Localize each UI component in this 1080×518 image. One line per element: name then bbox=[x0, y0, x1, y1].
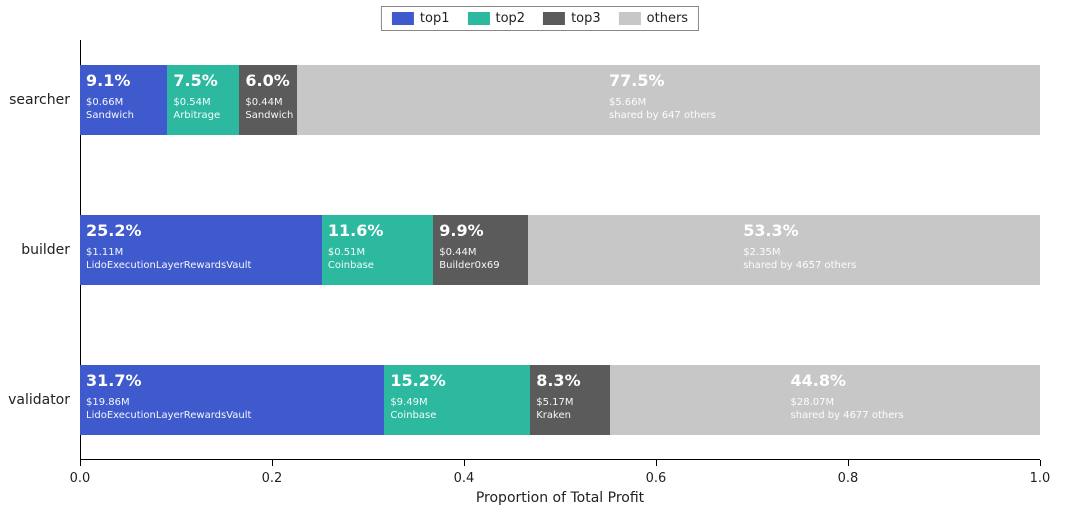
segment-percent: 7.5% bbox=[173, 71, 217, 90]
segment-amount: $5.17M bbox=[536, 397, 573, 408]
x-tick bbox=[464, 460, 465, 466]
legend-swatch-top3 bbox=[543, 12, 565, 25]
x-tick-label: 0.4 bbox=[454, 471, 475, 486]
legend-entry-top3: top3 bbox=[543, 11, 601, 26]
chart-figure: top1 top2 top3 others searcher 9.1% $0.6… bbox=[0, 0, 1080, 518]
bar-segment-others: 44.8% $28.07M shared by 4677 others bbox=[610, 365, 1040, 435]
legend-entry-top2: top2 bbox=[468, 11, 526, 26]
segment-label: shared by 4657 others bbox=[743, 260, 856, 271]
bar-segment-top1: 31.7% $19.86M LidoExecutionLayerRewardsV… bbox=[80, 365, 384, 435]
segment-label: shared by 647 others bbox=[609, 110, 716, 121]
x-tick bbox=[656, 460, 657, 466]
segment-amount: $28.07M bbox=[791, 397, 835, 408]
segment-label: Arbitrage bbox=[173, 110, 220, 121]
segment-percent: 15.2% bbox=[390, 371, 446, 390]
x-tick-label: 0.2 bbox=[262, 471, 283, 486]
segment-amount: $9.49M bbox=[390, 397, 427, 408]
legend-swatch-others bbox=[619, 12, 641, 25]
segment-percent: 11.6% bbox=[328, 221, 384, 240]
segment-amount: $0.44M bbox=[245, 97, 282, 108]
segment-amount: $0.44M bbox=[439, 247, 476, 258]
y-tick-label: validator bbox=[8, 392, 70, 408]
segment-amount: $1.11M bbox=[86, 247, 123, 258]
segment-percent: 9.1% bbox=[86, 71, 130, 90]
bar-segment-top2: 7.5% $0.54M Arbitrage bbox=[167, 65, 239, 135]
bar-segment-top3: 9.9% $0.44M Builder0x69 bbox=[433, 215, 528, 285]
legend-label: top3 bbox=[571, 11, 601, 26]
segment-amount: $0.54M bbox=[173, 97, 210, 108]
bar-segment-top1: 9.1% $0.66M Sandwich bbox=[80, 65, 167, 135]
y-tick-label: searcher bbox=[9, 92, 70, 108]
segment-percent: 25.2% bbox=[86, 221, 142, 240]
segment-percent: 9.9% bbox=[439, 221, 483, 240]
x-axis-label: Proportion of Total Profit bbox=[476, 490, 644, 506]
y-tick-label: builder bbox=[21, 242, 70, 258]
x-tick-label: 0.6 bbox=[646, 471, 667, 486]
segment-amount: $5.66M bbox=[609, 97, 646, 108]
bar-segment-top1: 25.2% $1.11M LidoExecutionLayerRewardsVa… bbox=[80, 215, 322, 285]
x-tick bbox=[80, 460, 81, 466]
bar-segment-top2: 15.2% $9.49M Coinbase bbox=[384, 365, 530, 435]
x-tick bbox=[272, 460, 273, 466]
segment-label: Kraken bbox=[536, 410, 571, 421]
bar-segment-others: 53.3% $2.35M shared by 4657 others bbox=[528, 215, 1040, 285]
segment-label: Builder0x69 bbox=[439, 260, 499, 271]
segment-percent: 31.7% bbox=[86, 371, 142, 390]
legend: top1 top2 top3 others bbox=[381, 6, 699, 31]
segment-amount: $19.86M bbox=[86, 397, 130, 408]
x-axis bbox=[80, 459, 1040, 460]
segment-label: LidoExecutionLayerRewardsVault bbox=[86, 260, 251, 271]
bar-row-validator: validator 31.7% $19.86M LidoExecutionLay… bbox=[80, 365, 1040, 435]
legend-entry-others: others bbox=[619, 11, 688, 26]
segment-label: shared by 4677 others bbox=[791, 410, 904, 421]
x-tick-label: 0.0 bbox=[70, 471, 91, 486]
segment-label: LidoExecutionLayerRewardsVault bbox=[86, 410, 251, 421]
bar-segment-top3: 8.3% $5.17M Kraken bbox=[530, 365, 610, 435]
legend-swatch-top1 bbox=[392, 12, 414, 25]
x-tick-label: 0.8 bbox=[838, 471, 859, 486]
segment-percent: 77.5% bbox=[609, 71, 665, 90]
segment-label: Coinbase bbox=[390, 410, 436, 421]
segment-amount: $0.66M bbox=[86, 97, 123, 108]
legend-label: top2 bbox=[496, 11, 526, 26]
plot-area: searcher 9.1% $0.66M Sandwich 7.5% $0.54… bbox=[80, 40, 1040, 460]
x-tick bbox=[848, 460, 849, 466]
bar-segment-top2: 11.6% $0.51M Coinbase bbox=[322, 215, 433, 285]
x-tick-label: 1.0 bbox=[1030, 471, 1051, 486]
segment-label: Coinbase bbox=[328, 260, 374, 271]
segment-label: Sandwich bbox=[86, 110, 134, 121]
bar-row-builder: builder 25.2% $1.11M LidoExecutionLayerR… bbox=[80, 215, 1040, 285]
legend-swatch-top2 bbox=[468, 12, 490, 25]
x-tick bbox=[1040, 460, 1041, 466]
segment-amount: $2.35M bbox=[743, 247, 780, 258]
bar-row-searcher: searcher 9.1% $0.66M Sandwich 7.5% $0.54… bbox=[80, 65, 1040, 135]
segment-percent: 8.3% bbox=[536, 371, 580, 390]
bar-segment-others: 77.5% $5.66M shared by 647 others bbox=[297, 65, 1040, 135]
segment-percent: 44.8% bbox=[791, 371, 847, 390]
legend-label: top1 bbox=[420, 11, 450, 26]
legend-entry-top1: top1 bbox=[392, 11, 450, 26]
legend-label: others bbox=[647, 11, 688, 26]
segment-percent: 6.0% bbox=[245, 71, 289, 90]
segment-label: Sandwich bbox=[245, 110, 293, 121]
segment-percent: 53.3% bbox=[743, 221, 799, 240]
segment-amount: $0.51M bbox=[328, 247, 365, 258]
bar-segment-top3: 6.0% $0.44M Sandwich bbox=[239, 65, 297, 135]
